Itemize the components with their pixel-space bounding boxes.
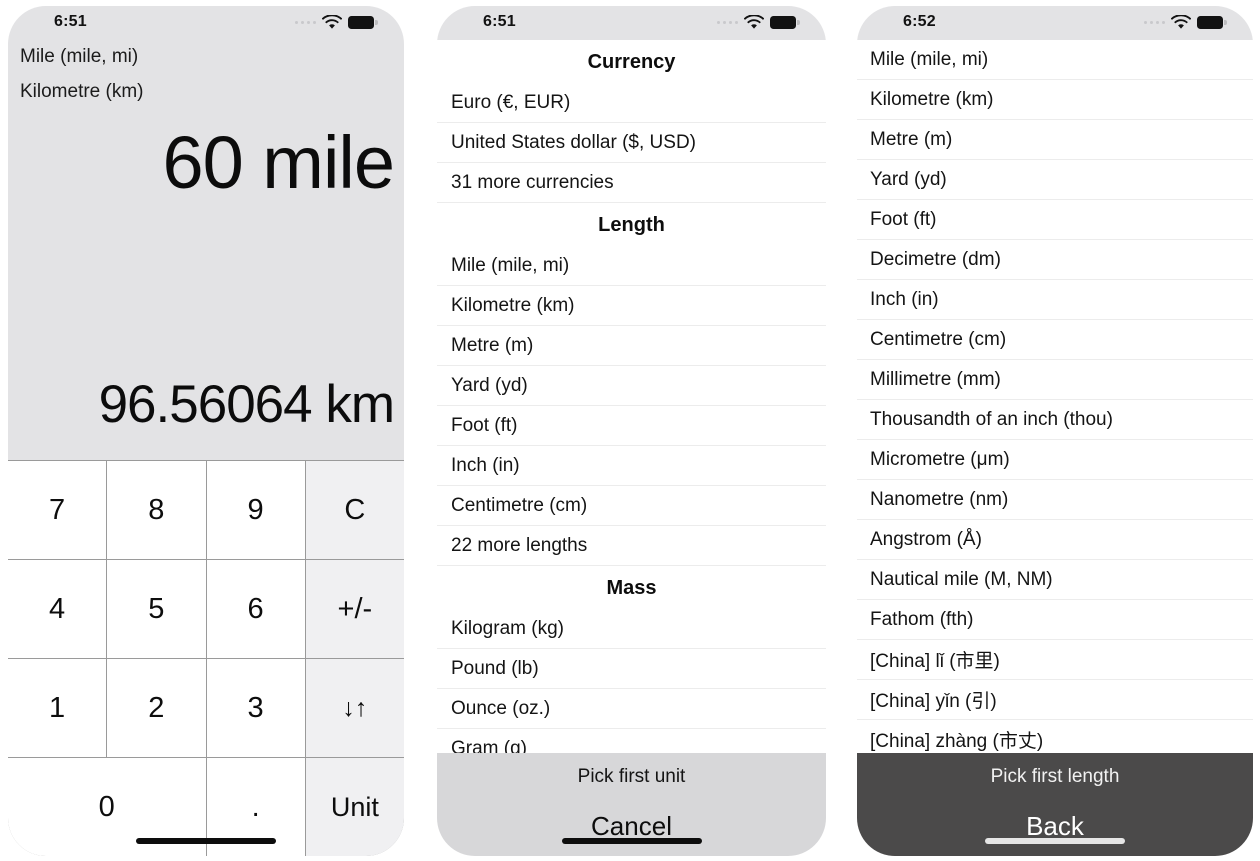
list-item[interactable]: Mile (mile, mi) (437, 246, 826, 286)
list-item[interactable]: Metre (m) (857, 120, 1253, 160)
list-item[interactable]: Yard (yd) (437, 366, 826, 406)
to-unit-label[interactable]: Kilometre (km) (12, 66, 392, 101)
section-title: Length (598, 214, 665, 236)
cancel-button[interactable]: Cancel (437, 788, 826, 842)
phone-length-picker: 6:52 Mile (mile, mi) Kilometre (km) Metre … (857, 6, 1253, 856)
status-bar-3: 6:52 (857, 6, 1253, 40)
list-item[interactable]: Centimetre (cm) (857, 320, 1253, 360)
battery-icon (770, 16, 800, 29)
status-time: 6:51 (54, 13, 87, 30)
status-bar-2: 6:51 (437, 6, 826, 40)
list-item[interactable]: 22 more lengths (437, 526, 826, 566)
list-item[interactable]: Nanometre (nm) (857, 480, 1253, 520)
list-item[interactable]: Ounce (oz.) (437, 689, 826, 729)
list-item[interactable]: Millimetre (mm) (857, 360, 1253, 400)
key-2[interactable]: 2 (107, 659, 206, 757)
signal-dots-icon (294, 20, 316, 25)
screenshot-stage: 6:51 Mile (mile, mi) Kilometre (km) 60 m… (0, 0, 1260, 861)
list-item[interactable]: 31 more currencies (437, 163, 826, 203)
phone-converter: 6:51 Mile (mile, mi) Kilometre (km) 60 m… (8, 6, 404, 856)
list-item[interactable]: Centimetre (cm) (437, 486, 826, 526)
status-icons (294, 15, 378, 30)
home-indicator-3 (985, 838, 1125, 844)
keypad: 7 8 9 C 4 5 6 +/- 1 2 3 ↓↑ 0. Unit (8, 460, 404, 856)
list-item[interactable]: Euro (€, EUR) (437, 83, 826, 123)
list-item[interactable]: United States dollar ($, USD) (437, 123, 826, 163)
status-icons (1143, 15, 1227, 30)
key-5[interactable]: 5 (107, 560, 206, 658)
list-item[interactable]: Pound (lb) (437, 649, 826, 689)
list-item[interactable]: Mile (mile, mi) (857, 40, 1253, 80)
action-bar-title: Pick first length (990, 766, 1120, 787)
status-time: 6:51 (483, 13, 516, 30)
signal-dots-icon (716, 20, 738, 25)
signal-dots-icon (1143, 20, 1165, 25)
wifi-icon (1171, 15, 1191, 29)
action-bar-title: Pick first unit (577, 766, 686, 787)
input-value: 60 mile (162, 121, 395, 204)
conversion-display: Mile (mile, mi) Kilometre (km) 60 mile 9… (8, 40, 404, 460)
key-8[interactable]: 8 (107, 461, 206, 559)
key-7[interactable]: 7 (8, 461, 107, 559)
list-item[interactable]: Fathom (fth) (857, 600, 1253, 640)
back-button[interactable]: Back (857, 788, 1253, 842)
length-list[interactable]: Mile (mile, mi) Kilometre (km) Metre (m) Ya… (857, 40, 1253, 856)
key-clear[interactable]: C (305, 461, 404, 559)
status-icons (716, 15, 800, 30)
list-item[interactable]: [China] lǐ (市里) (857, 640, 1253, 680)
list-item[interactable]: Foot (ft) (857, 200, 1253, 240)
unit-list[interactable]: Currency Euro (€, EUR) United States dolla… (437, 40, 826, 856)
status-time: 6:52 (903, 13, 936, 30)
list-item[interactable]: Kilometre (km) (437, 286, 826, 326)
home-indicator-2 (561, 838, 702, 844)
key-3[interactable]: 3 (206, 659, 305, 757)
key-unit[interactable]: Unit (305, 758, 404, 856)
key-swap-units[interactable]: ↓↑ (305, 659, 404, 757)
battery-icon (1197, 16, 1227, 29)
list-item[interactable]: [China] yǐn (引) (857, 680, 1253, 720)
list-item[interactable]: Kilogram (kg) (437, 609, 826, 649)
section-title: Currency (587, 51, 676, 73)
key-sign-toggle[interactable]: +/- (305, 560, 404, 658)
result-value: 96.56064 km (98, 375, 395, 434)
list-item[interactable]: Inch (in) (857, 280, 1253, 320)
list-item[interactable]: Yard (yd) (857, 160, 1253, 200)
status-bar-1: 6:51 (8, 6, 404, 40)
list-item[interactable]: Decimetre (dm) (857, 240, 1253, 280)
wifi-icon (322, 15, 342, 29)
from-unit-label[interactable]: Mile (mile, mi) (12, 40, 392, 66)
key-1[interactable]: 1 (8, 659, 107, 757)
key-9[interactable]: 9 (206, 461, 305, 559)
list-item[interactable]: Thousandth of an inch (thou) (857, 400, 1253, 440)
section-title: Mass (606, 577, 657, 599)
list-item[interactable]: Angstrom (Å) (857, 520, 1253, 560)
list-item[interactable]: Foot (ft) (437, 406, 826, 446)
list-item[interactable]: Micrometre (μm) (857, 440, 1253, 480)
list-item[interactable]: Inch (in) (437, 446, 826, 486)
phone-unit-picker: 6:51 Currency Euro (€, EUR) United States … (437, 6, 826, 856)
list-item[interactable]: Nautical mile (M, NM) (857, 560, 1253, 600)
battery-icon (348, 16, 378, 29)
home-indicator-1 (136, 838, 276, 844)
list-item[interactable]: Kilometre (km) (857, 80, 1253, 120)
wifi-icon (744, 15, 764, 29)
key-4[interactable]: 4 (8, 560, 107, 658)
key-6[interactable]: 6 (206, 560, 305, 658)
list-item[interactable]: Metre (m) (437, 326, 826, 366)
